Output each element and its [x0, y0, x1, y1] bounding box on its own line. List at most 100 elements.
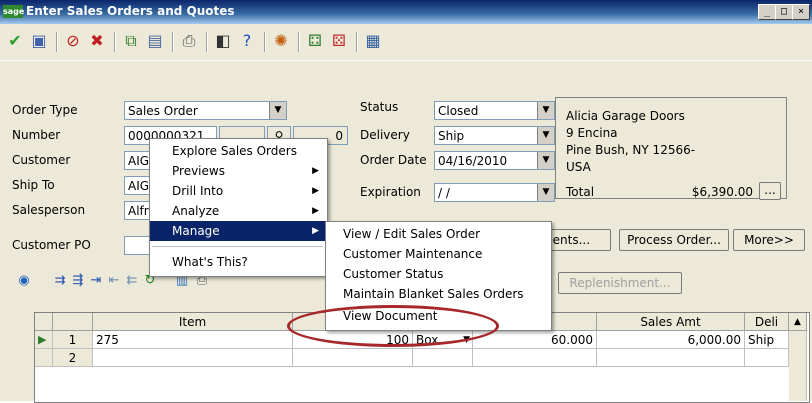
chevron-down-icon[interactable]: ▼ — [537, 102, 554, 119]
chevron-down-icon[interactable]: ▼ — [537, 127, 554, 144]
submenu-item-maintain-blanket-sales-orders[interactable]: Maintain Blanket Sales Orders — [326, 284, 549, 304]
total-value: $6,390.00 — [691, 185, 753, 199]
menu-item-explore-sales-orders[interactable]: Explore Sales Orders — [150, 141, 325, 161]
row-item[interactable] — [93, 349, 293, 367]
row-delivery[interactable]: Ship — [745, 331, 789, 349]
history-icon[interactable]: ⚃ — [304, 30, 326, 52]
submenu-item-customer-maintenance[interactable]: Customer Maintenance — [326, 244, 549, 264]
replenishment-button[interactable]: Replenishment... — [558, 272, 682, 294]
append-row-icon[interactable]: ⇶ — [70, 273, 86, 289]
chevron-right-icon: ▶ — [312, 206, 319, 216]
chevron-down-icon[interactable]: ▼ — [537, 184, 554, 201]
customer-address-box: Alicia Garage Doors 9 Encina Pine Bush, … — [555, 97, 787, 200]
scroll-up-icon[interactable]: ▲ — [789, 313, 807, 331]
more-button[interactable]: More>> — [733, 229, 805, 251]
annotation-circle — [287, 305, 499, 347]
toolbar-separator — [114, 32, 116, 52]
row-item[interactable]: 275 — [93, 331, 293, 349]
print-icon[interactable]: ⎙ — [178, 30, 200, 52]
vertical-scrollbar[interactable] — [789, 331, 807, 401]
toolbar-separator — [172, 32, 174, 52]
globe-icon[interactable]: ◉ — [16, 273, 32, 289]
address-line-1: 9 Encina — [566, 126, 618, 140]
row-number: 1 — [53, 331, 93, 349]
outdent-icon[interactable]: ⇇ — [124, 273, 140, 289]
checkmark-icon[interactable]: ✔ — [4, 30, 26, 52]
expiration-input[interactable]: / / ▼ — [434, 183, 555, 202]
menu-item-analyze[interactable]: Analyze ▶ — [150, 201, 325, 221]
submenu-item-label: Customer Maintenance — [343, 247, 483, 261]
submenu-item-customer-status[interactable]: Customer Status — [326, 264, 549, 284]
salesperson-label: Salesperson — [12, 203, 86, 217]
toolbar-separator — [56, 32, 58, 52]
status-label: Status — [360, 100, 399, 114]
toolbar: ✔ ▣ ⊘ ✖ ⧉ ▤ ⎙ ◧ ? ✺ ⚃ ⚄ ▦ — [0, 24, 812, 61]
menu-item-whats-this[interactable]: What's This? — [150, 252, 325, 272]
menu-item-label: Previews — [172, 164, 225, 178]
sales-order-window: sage Enter Sales Orders and Quotes _ □ ×… — [0, 0, 812, 403]
order-type-label: Order Type — [12, 103, 78, 117]
history2-icon[interactable]: ⚄ — [328, 30, 350, 52]
list-icon[interactable]: ▤ — [144, 30, 166, 52]
order-date-label: Order Date — [360, 153, 427, 167]
row-unit[interactable] — [413, 349, 473, 367]
menu-item-previews[interactable]: Previews ▶ — [150, 161, 325, 181]
expiration-value: / / — [438, 186, 450, 200]
title-bar: sage Enter Sales Orders and Quotes _ □ × — [0, 0, 812, 24]
preview-icon[interactable]: ◧ — [212, 30, 234, 52]
menu-item-label: What's This? — [172, 255, 248, 269]
delivery-label: Delivery — [360, 128, 410, 142]
copy-icon[interactable]: ⧉ — [120, 30, 142, 52]
row-sales-amt[interactable]: 6,000.00 — [597, 331, 745, 349]
submenu-item-label: View / Edit Sales Order — [343, 227, 481, 241]
process-order-button[interactable]: Process Order... — [619, 229, 729, 251]
address-name: Alicia Garage Doors — [566, 109, 685, 123]
number-label: Number — [12, 128, 61, 142]
total-details-button[interactable]: ... — [759, 182, 781, 200]
row-indicator — [35, 349, 53, 367]
delivery-select[interactable]: Ship ▼ — [434, 126, 555, 145]
order-type-select[interactable]: Sales Order ▼ — [124, 101, 287, 120]
grid-header-sales-amt[interactable]: Sales Amt — [597, 313, 745, 331]
status-select[interactable]: Closed ▼ — [434, 101, 555, 120]
move-row-icon[interactable]: ⇥ — [88, 273, 104, 289]
row-delivery[interactable] — [745, 349, 789, 367]
delete-icon[interactable]: ✖ — [86, 30, 108, 52]
order-date-input[interactable]: 04/16/2010 ▼ — [434, 151, 555, 170]
grid-header-delivery[interactable]: Deli — [745, 313, 789, 331]
chevron-down-icon[interactable]: ▼ — [269, 102, 286, 119]
row-quantity[interactable] — [293, 349, 413, 367]
customer-label: Customer — [12, 153, 71, 167]
minimize-button[interactable]: _ — [758, 4, 776, 20]
menu-item-label: Explore Sales Orders — [172, 144, 297, 158]
grid-header-line — [53, 313, 93, 331]
help-icon[interactable]: ? — [236, 30, 258, 52]
menu-item-label: Drill Into — [172, 184, 224, 198]
grid-header-item[interactable]: Item — [93, 313, 293, 331]
menu-item-manage[interactable]: Manage ▶ — [150, 221, 325, 241]
menu-item-drill-into[interactable]: Drill Into ▶ — [150, 181, 325, 201]
calendar-icon[interactable]: ▦ — [362, 30, 384, 52]
chevron-right-icon: ▶ — [312, 166, 319, 176]
save-icon[interactable]: ▣ — [28, 30, 50, 52]
toolbar-separator — [206, 32, 208, 52]
indent-icon[interactable]: ⇤ — [106, 273, 122, 289]
delivery-value: Ship — [438, 129, 465, 143]
maximize-button[interactable]: □ — [775, 4, 793, 20]
close-button[interactable]: × — [792, 4, 810, 20]
row-sales-amt[interactable] — [597, 349, 745, 367]
submenu-item-view-edit-sales-order[interactable]: View / Edit Sales Order — [326, 224, 549, 244]
chevron-down-icon[interactable]: ▼ — [537, 152, 554, 169]
order-date-value: 04/16/2010 — [438, 154, 508, 168]
menu-item-label: Manage — [172, 224, 220, 238]
insert-row-icon[interactable]: ⇉ — [52, 273, 68, 289]
customer-po-label: Customer PO — [12, 238, 91, 252]
cancel-icon[interactable]: ⊘ — [62, 30, 84, 52]
row-price[interactable] — [473, 349, 597, 367]
menu-separator — [152, 246, 323, 247]
web-icon[interactable]: ✺ — [270, 30, 292, 52]
address-line-2: Pine Bush, NY 12566- — [566, 143, 696, 157]
window-title: Enter Sales Orders and Quotes — [26, 4, 235, 18]
grid-header-indicator — [35, 313, 53, 331]
order-type-value: Sales Order — [128, 104, 198, 118]
